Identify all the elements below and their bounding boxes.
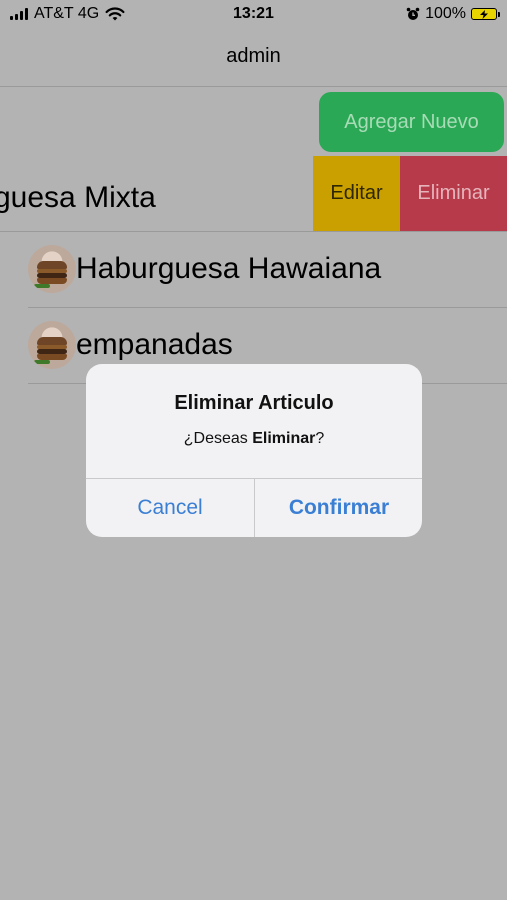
navigation-bar: admin [0,30,507,87]
list-item-label: Haburguesa Hawaiana [76,252,382,285]
status-right: 100% [406,5,500,23]
burger-image [28,321,76,369]
list-item-label: guesa Mixta [0,181,156,214]
dialog-message: ¿Deseas Eliminar? [86,430,422,448]
list-item[interactable]: guesa Mixta Editar Eliminar [0,156,507,232]
cancel-button[interactable]: Cancel [86,479,254,537]
alarm-icon [406,7,420,20]
page-title: admin [226,45,281,67]
dialog-message-prefix: ¿Deseas [183,430,253,447]
list-item[interactable]: Haburguesa Hawaiana [28,232,507,308]
status-bar: AT&T 4G 13:21 100% [0,0,507,30]
battery-percent: 100% [425,5,466,22]
dialog-message-bold: Eliminar [252,430,316,447]
add-new-button[interactable]: Agregar Nuevo [319,92,504,152]
dialog-title: Eliminar Articulo [174,392,334,414]
delete-action-button[interactable]: Eliminar [400,156,507,231]
burger-image [28,245,76,293]
battery-icon [471,8,500,20]
edit-action-button[interactable]: Editar [313,156,400,231]
delete-confirm-dialog: Eliminar Articulo ¿Deseas Eliminar? Canc… [86,364,422,537]
list-item-label: empanadas [76,328,233,361]
confirm-button[interactable]: Confirmar [255,479,422,537]
dialog-message-suffix: ? [315,430,325,447]
